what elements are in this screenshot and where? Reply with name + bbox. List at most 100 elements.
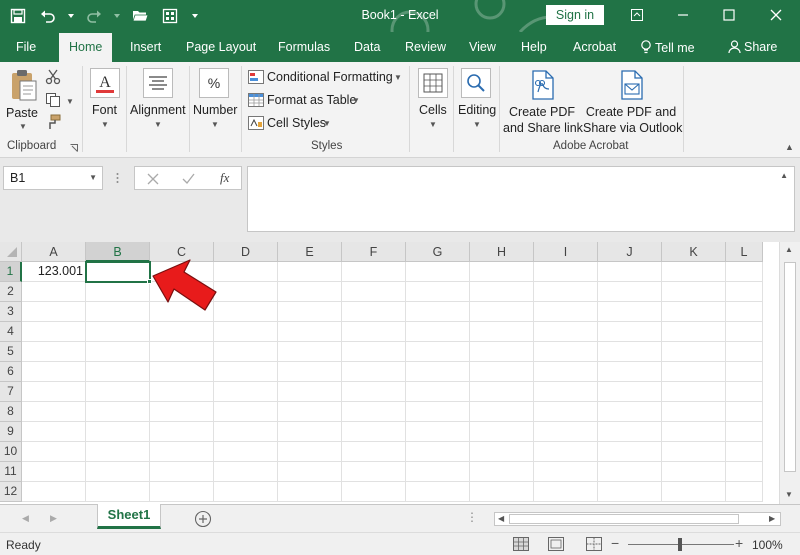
cell-b4[interactable] <box>86 322 150 342</box>
cell-d10[interactable] <box>214 442 278 462</box>
cell-j4[interactable] <box>598 322 662 342</box>
cell-l7[interactable] <box>726 382 763 402</box>
cell-g8[interactable] <box>406 402 470 422</box>
cell-j12[interactable] <box>598 482 662 502</box>
cell-g3[interactable] <box>406 302 470 322</box>
select-all-corner[interactable] <box>0 242 22 262</box>
row-header-10[interactable]: 10 <box>0 442 22 462</box>
cell-b9[interactable] <box>86 422 150 442</box>
number-button[interactable]: Number <box>193 102 237 118</box>
cancel-icon[interactable] <box>147 173 159 185</box>
cell-g4[interactable] <box>406 322 470 342</box>
row-header-6[interactable]: 6 <box>0 362 22 382</box>
create-pdf-outlook-button[interactable]: Create PDF and Share via Outlook <box>583 104 682 136</box>
cell-j10[interactable] <box>598 442 662 462</box>
vertical-scroll-thumb[interactable] <box>784 262 796 472</box>
cell-g2[interactable] <box>406 282 470 302</box>
close-button[interactable] <box>760 0 792 30</box>
cell-f9[interactable] <box>342 422 406 442</box>
cell-f6[interactable] <box>342 362 406 382</box>
cell-d9[interactable] <box>214 422 278 442</box>
cell-d4[interactable] <box>214 322 278 342</box>
cell-j1[interactable] <box>598 262 662 282</box>
tab-view[interactable]: View <box>469 40 496 54</box>
normal-view-icon[interactable] <box>513 537 529 551</box>
row-header-7[interactable]: 7 <box>0 382 22 402</box>
column-header-d[interactable]: D <box>214 242 278 262</box>
row-header-12[interactable]: 12 <box>0 482 22 502</box>
collapse-ribbon-button[interactable]: ▲ <box>785 142 794 152</box>
cell-a12[interactable] <box>22 482 86 502</box>
column-header-i[interactable]: I <box>534 242 598 262</box>
create-pdf-link-icon[interactable] <box>530 70 556 100</box>
cell-h12[interactable] <box>470 482 534 502</box>
conditional-formatting-dropdown[interactable]: ▼ <box>394 73 402 82</box>
editing-button[interactable]: Editing <box>458 102 496 118</box>
cell-k6[interactable] <box>662 362 726 382</box>
format-as-table-dropdown[interactable]: ▼ <box>352 96 360 105</box>
cell-e4[interactable] <box>278 322 342 342</box>
cut-icon[interactable] <box>45 69 61 85</box>
column-header-b[interactable]: B <box>86 242 150 262</box>
cell-i5[interactable] <box>534 342 598 362</box>
cell-d1[interactable] <box>214 262 278 282</box>
clipboard-launcher-icon[interactable] <box>70 144 78 152</box>
cell-e6[interactable] <box>278 362 342 382</box>
zoom-slider-thumb[interactable] <box>678 538 682 551</box>
tab-help[interactable]: Help <box>521 40 547 54</box>
create-pdf-share-link-button[interactable]: Create PDF and Share link <box>503 104 583 136</box>
vertical-scrollbar[interactable]: ▲ ▼ <box>779 242 800 504</box>
chevron-down-icon[interactable]: ▼ <box>89 173 97 182</box>
cell-l9[interactable] <box>726 422 763 442</box>
cell-c7[interactable] <box>150 382 214 402</box>
font-button[interactable]: Font <box>92 102 117 118</box>
cell-e12[interactable] <box>278 482 342 502</box>
copy-dropdown[interactable]: ▼ <box>66 97 74 106</box>
editing-icon[interactable] <box>461 68 491 98</box>
cell-f3[interactable] <box>342 302 406 322</box>
cell-i2[interactable] <box>534 282 598 302</box>
cell-l8[interactable] <box>726 402 763 422</box>
cell-j6[interactable] <box>598 362 662 382</box>
zoom-level[interactable]: 100% <box>752 538 783 552</box>
collapse-formula-bar-button[interactable]: ▲ <box>780 171 788 180</box>
cell-i11[interactable] <box>534 462 598 482</box>
cell-k12[interactable] <box>662 482 726 502</box>
row-header-9[interactable]: 9 <box>0 422 22 442</box>
cell-g10[interactable] <box>406 442 470 462</box>
paste-icon[interactable] <box>8 68 38 102</box>
cell-e7[interactable] <box>278 382 342 402</box>
cell-f8[interactable] <box>342 402 406 422</box>
cell-b6[interactable] <box>86 362 150 382</box>
cell-k4[interactable] <box>662 322 726 342</box>
row-header-3[interactable]: 3 <box>0 302 22 322</box>
column-header-e[interactable]: E <box>278 242 342 262</box>
cell-j2[interactable] <box>598 282 662 302</box>
cell-a2[interactable] <box>22 282 86 302</box>
cell-g7[interactable] <box>406 382 470 402</box>
cell-h3[interactable] <box>470 302 534 322</box>
cell-h5[interactable] <box>470 342 534 362</box>
cell-i10[interactable] <box>534 442 598 462</box>
previous-sheet-icon[interactable]: ◀ <box>22 513 29 524</box>
cell-k10[interactable] <box>662 442 726 462</box>
tab-acrobat[interactable]: Acrobat <box>573 40 616 54</box>
paste-button[interactable]: Paste <box>6 105 38 121</box>
cell-j9[interactable] <box>598 422 662 442</box>
tab-page-layout[interactable]: Page Layout <box>186 40 256 54</box>
tab-data[interactable]: Data <box>354 40 380 54</box>
cell-e10[interactable] <box>278 442 342 462</box>
cell-a3[interactable] <box>22 302 86 322</box>
cells-icon[interactable] <box>418 68 448 98</box>
sheet-tab-splitter[interactable]: ⋮ <box>466 510 478 524</box>
cell-i9[interactable] <box>534 422 598 442</box>
cell-f4[interactable] <box>342 322 406 342</box>
cell-f11[interactable] <box>342 462 406 482</box>
cell-l1[interactable] <box>726 262 763 282</box>
name-box[interactable]: B1 ▼ <box>3 166 103 190</box>
tab-file[interactable]: File <box>16 40 36 54</box>
cell-g5[interactable] <box>406 342 470 362</box>
minimize-button[interactable] <box>667 0 699 30</box>
cell-i1[interactable] <box>534 262 598 282</box>
cell-g1[interactable] <box>406 262 470 282</box>
